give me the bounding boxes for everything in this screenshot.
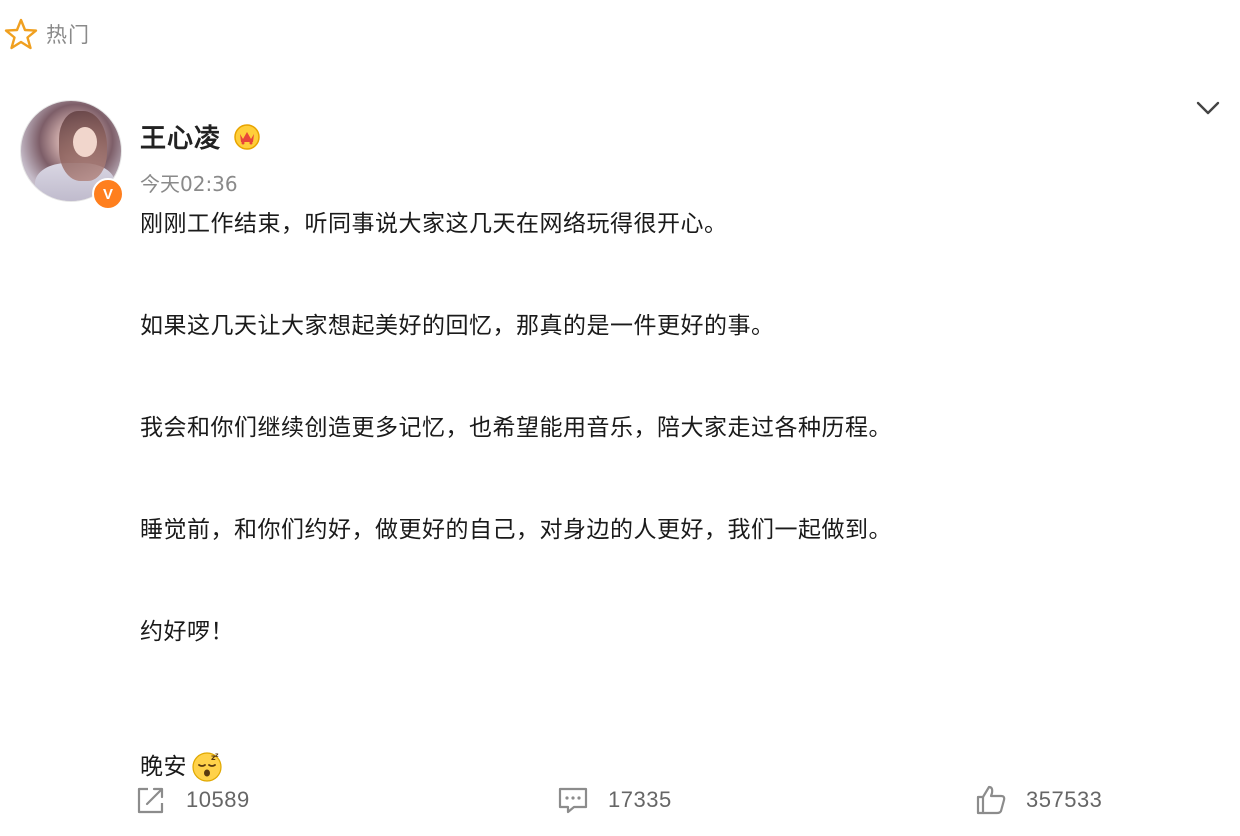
post-paragraph: 睡觉前，和你们约好，做更好的自己，对身边的人更好，我们一起做到。 [140, 517, 892, 543]
share-icon [137, 787, 164, 814]
hot-tag-label: 热门 [46, 23, 90, 47]
comment-icon [558, 787, 588, 814]
comment-button[interactable]: 17335 [556, 780, 672, 820]
post-paragraph: 如果这几天让大家想起美好的回忆，那真的是一件更好的事。 [140, 313, 775, 339]
post-paragraph: 我会和你们继续创造更多记忆，也希望能用音乐，陪大家走过各种历程。 [140, 415, 892, 441]
weibo-post-page: 热门 V 王心凌 今天02:36 刚刚工作结束，听同事说大家这几天在网络玩得很开… [0, 0, 1240, 836]
post-timestamp[interactable]: 今天02:36 [140, 168, 238, 197]
chevron-down-icon[interactable] [1194, 96, 1222, 120]
author-name[interactable]: 王心凌 [140, 118, 221, 155]
action-bar: 10589 17335 357533 [0, 780, 1240, 820]
svg-text:z: z [215, 752, 219, 759]
star-icon [4, 18, 38, 50]
hot-tag[interactable]: 热门 [4, 14, 90, 54]
post-paragraph: 约好啰！ [140, 619, 234, 645]
thumbs-up-icon [976, 785, 1006, 815]
like-count: 357533 [1026, 787, 1103, 812]
comment-count: 17335 [608, 787, 672, 812]
share-count: 10589 [186, 787, 250, 812]
verified-badge: V [92, 178, 124, 210]
like-button[interactable]: 357533 [974, 780, 1102, 820]
post-content: 刚刚工作结束，听同事说大家这几天在网络玩得很开心。 如果这几天让大家想起美好的回… [140, 206, 1200, 818]
crown-badge-icon[interactable] [232, 122, 262, 150]
sleep-emoji-icon: z z [192, 752, 222, 782]
share-button[interactable]: 10589 [134, 780, 250, 820]
post-paragraph: 刚刚工作结束，听同事说大家这几天在网络玩得很开心。 [140, 211, 728, 237]
